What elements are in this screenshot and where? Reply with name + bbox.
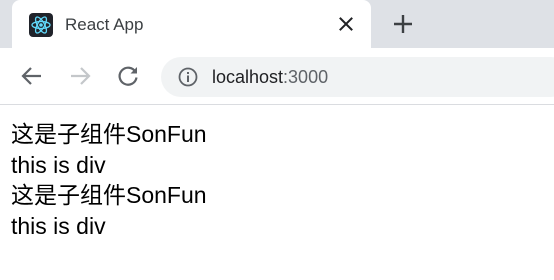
toolbar: localhost:3000: [0, 48, 554, 105]
url-text[interactable]: localhost:3000: [212, 66, 328, 88]
div-text: this is div: [11, 152, 106, 178]
son-component-text: 这是子组件SonFun: [11, 121, 207, 147]
div-text: this is div: [11, 213, 106, 239]
url-host: localhost: [212, 67, 284, 87]
close-icon[interactable]: [334, 12, 358, 36]
tab-react-app[interactable]: React App: [12, 0, 371, 48]
tab-strip: React App: [0, 0, 554, 48]
back-arrow-icon[interactable]: [19, 63, 45, 89]
info-icon[interactable]: [177, 66, 199, 88]
new-tab-plus-icon[interactable]: [390, 11, 416, 37]
react-logo-icon: [29, 13, 53, 37]
forward-arrow-icon[interactable]: [67, 63, 93, 89]
son-component-text: 这是子组件SonFun: [11, 182, 207, 208]
page-content: 这是子组件SonFun this is div 这是子组件SonFun this…: [0, 105, 554, 280]
url-port: :3000: [283, 67, 329, 87]
tab-title: React App: [65, 15, 144, 34]
reload-icon[interactable]: [115, 63, 141, 89]
browser-window: React App localhost:3000 这是子组件SonFun thi…: [0, 0, 554, 280]
address-bar[interactable]: localhost:3000: [161, 57, 554, 97]
